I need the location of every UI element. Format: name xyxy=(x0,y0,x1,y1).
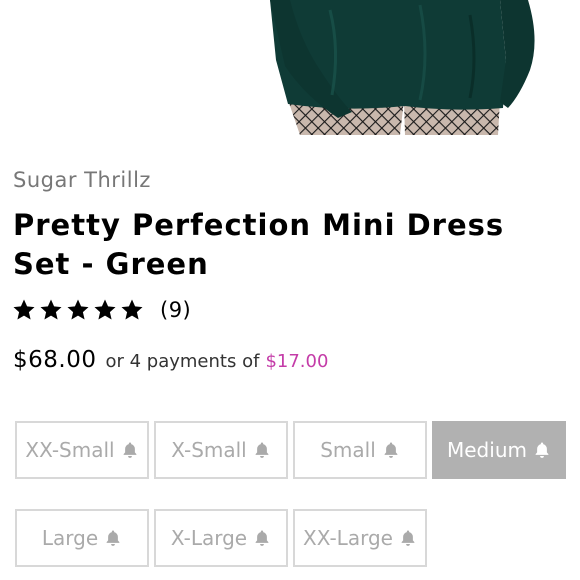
size-option-xx-small[interactable]: XX-Small xyxy=(15,421,149,479)
size-label: X-Large xyxy=(170,526,248,550)
size-label: Medium xyxy=(447,438,527,462)
star-icon xyxy=(13,299,35,320)
size-option-x-large[interactable]: X-Large xyxy=(154,509,288,567)
price-row: $68.00 or 4 payments of $17.00 xyxy=(13,347,328,373)
bell-icon xyxy=(535,442,549,458)
installment-text: or 4 payments of xyxy=(105,351,260,372)
size-option-x-small[interactable]: X-Small xyxy=(154,421,288,479)
bell-icon xyxy=(255,530,269,546)
star-icon xyxy=(40,299,62,320)
size-option-xx-large[interactable]: XX-Large xyxy=(293,509,427,567)
star-rating xyxy=(12,298,144,322)
star-icon xyxy=(67,299,89,320)
star-icon xyxy=(121,299,143,320)
review-count[interactable]: (9) xyxy=(160,298,191,322)
bell-icon xyxy=(255,442,269,458)
bell-icon xyxy=(401,530,415,546)
size-label: X-Small xyxy=(171,438,247,462)
size-label: XX-Large xyxy=(303,526,393,550)
product-price: $68.00 xyxy=(13,347,97,373)
rating-summary[interactable]: (9) xyxy=(12,298,191,322)
size-label: XX-Small xyxy=(25,438,115,462)
brand-name[interactable]: Sugar Thrillz xyxy=(13,168,151,192)
bell-icon xyxy=(123,442,136,458)
bell-icon xyxy=(384,442,398,458)
size-label: Small xyxy=(320,438,376,462)
star-icon xyxy=(94,299,116,320)
size-option-small[interactable]: Small xyxy=(293,421,427,479)
product-title: Pretty Perfection Mini Dress Set - Green xyxy=(13,208,505,281)
installment-amount[interactable]: $17.00 xyxy=(265,351,328,372)
bell-icon xyxy=(106,530,120,546)
size-option-large[interactable]: Large xyxy=(15,509,149,567)
size-option-medium[interactable]: Medium xyxy=(432,421,566,479)
size-label: Large xyxy=(41,526,99,550)
product-image[interactable] xyxy=(0,0,580,135)
